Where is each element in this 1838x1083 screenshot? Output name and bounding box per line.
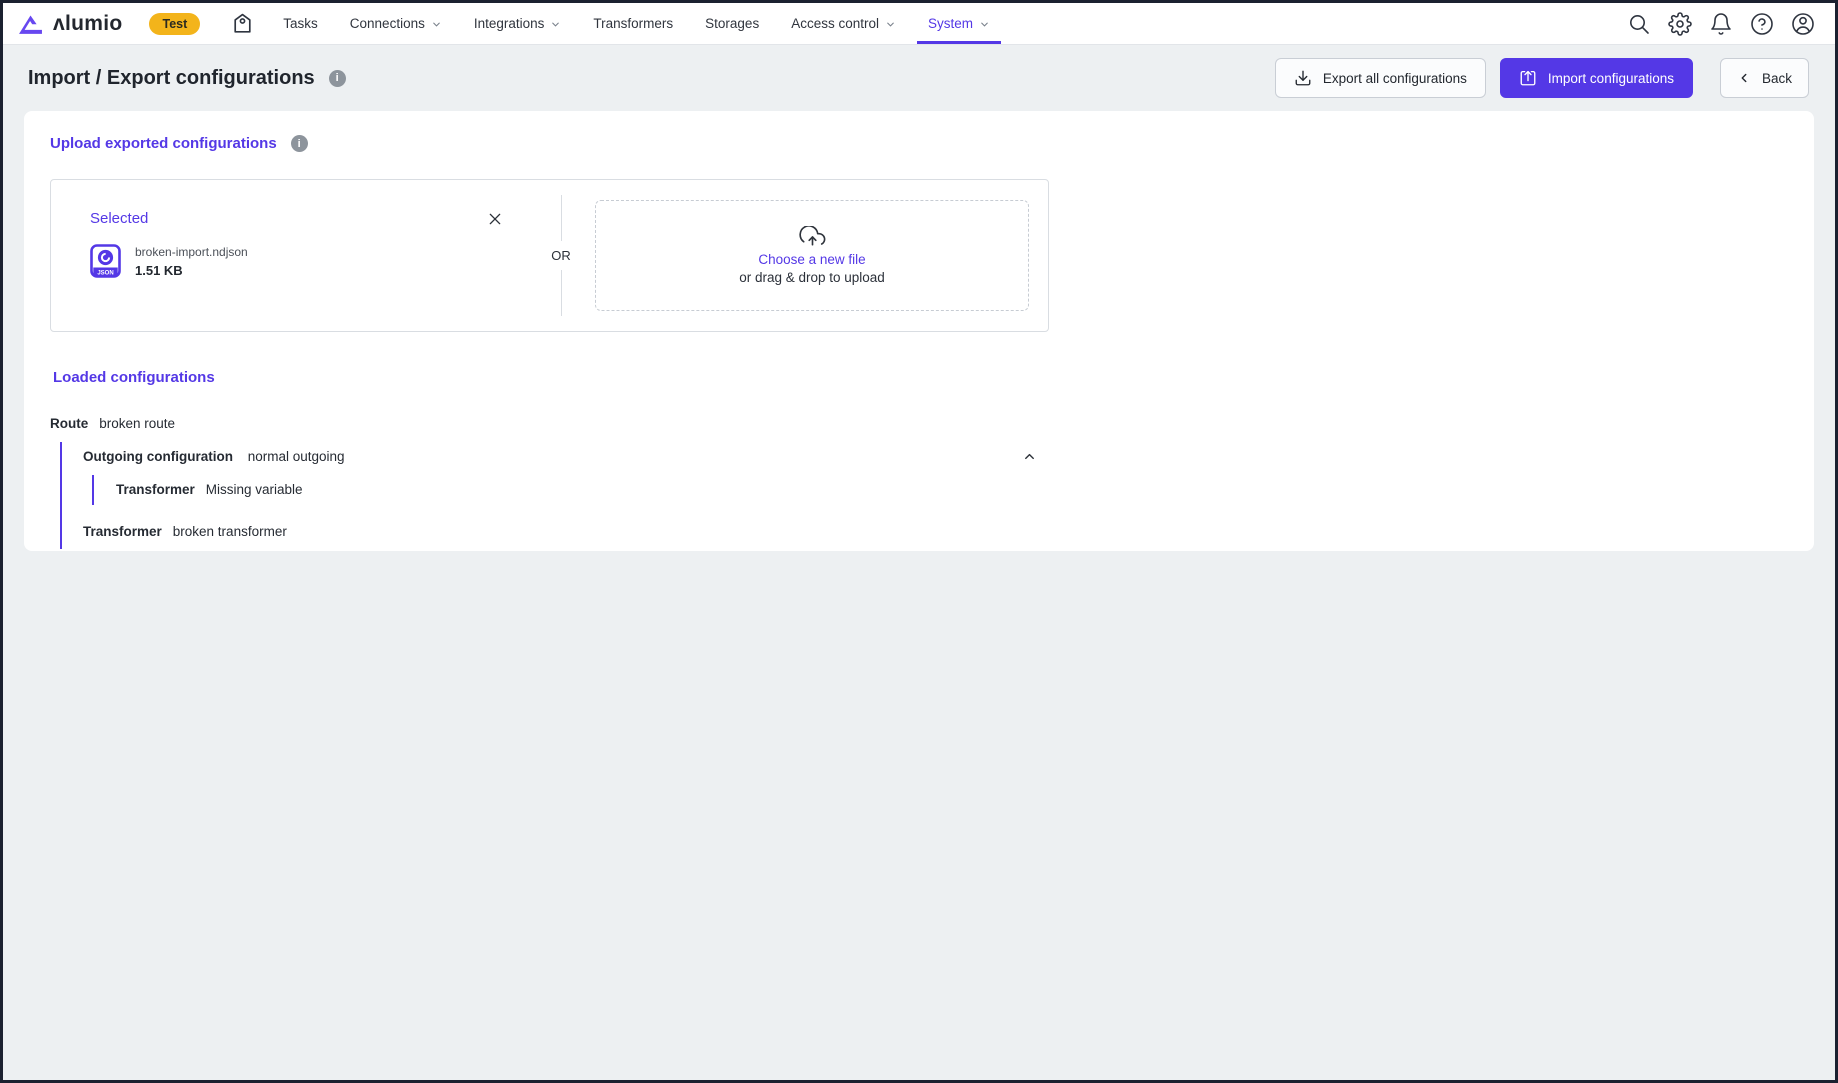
nav-item-system[interactable]: System bbox=[912, 3, 1006, 44]
tree-item-name: normal outgoing bbox=[248, 449, 345, 464]
selected-file-item: JSON broken-import.ndjson 1.51 KB bbox=[90, 244, 546, 278]
tree-item-name: broken transformer bbox=[173, 524, 287, 539]
alumio-logo-text: ʌlumio bbox=[53, 12, 122, 36]
tree-row-route: Route broken route bbox=[50, 413, 1049, 433]
help-icon[interactable] bbox=[1750, 12, 1774, 36]
loaded-configurations-tree: Route broken route Outgoing configuratio… bbox=[50, 413, 1049, 549]
nav-item-connections[interactable]: Connections bbox=[334, 3, 458, 44]
export-all-configurations-button[interactable]: Export all configurations bbox=[1275, 58, 1486, 98]
file-dropzone[interactable]: Choose a new file or drag & drop to uplo… bbox=[595, 200, 1029, 311]
upload-icon bbox=[1519, 69, 1537, 87]
alumio-logo[interactable]: ʌlumio bbox=[17, 3, 122, 44]
selected-label: Selected bbox=[90, 210, 148, 227]
or-divider: OR bbox=[546, 180, 576, 331]
tree-row-outgoing-configuration: Outgoing configuration normal outgoing bbox=[83, 446, 1049, 466]
chevron-down-icon bbox=[431, 19, 442, 30]
nav-item-access-control[interactable]: Access control bbox=[775, 3, 912, 44]
nav-item-transformers[interactable]: Transformers bbox=[577, 3, 689, 44]
nav-item-storages[interactable]: Storages bbox=[689, 3, 775, 44]
drag-drop-hint: or drag & drop to upload bbox=[739, 270, 885, 285]
nav-item-integrations[interactable]: Integrations bbox=[458, 3, 578, 44]
chevron-down-icon bbox=[550, 19, 561, 30]
tree-item-type: Transformer bbox=[83, 524, 162, 539]
nav-utility-icons bbox=[1627, 3, 1815, 44]
upload-box: Selected JSON bbox=[50, 179, 1049, 332]
notifications-bell-icon[interactable] bbox=[1709, 12, 1733, 36]
nav-item-tasks[interactable]: Tasks bbox=[267, 3, 334, 44]
cloud-upload-icon bbox=[799, 226, 826, 248]
upload-info-icon[interactable]: i bbox=[291, 135, 308, 152]
tree-item-type: Outgoing configuration bbox=[83, 449, 233, 464]
header-actions: Export all configurations Import configu… bbox=[1275, 58, 1809, 98]
account-icon[interactable] bbox=[1791, 12, 1815, 36]
page-header: Import / Export configurations i Export … bbox=[3, 45, 1835, 111]
route-children: Outgoing configuration normal outgoing T… bbox=[60, 442, 1049, 549]
environment-badge: Test bbox=[149, 13, 200, 35]
remove-file-icon[interactable] bbox=[487, 211, 503, 227]
home-icon[interactable] bbox=[230, 11, 255, 36]
alumio-logo-icon bbox=[17, 12, 44, 36]
loaded-section-title: Loaded configurations bbox=[53, 369, 1788, 386]
settings-gear-icon[interactable] bbox=[1668, 12, 1692, 36]
tree-item-name: Missing variable bbox=[206, 482, 303, 497]
download-icon bbox=[1294, 69, 1312, 87]
tree-item-name: broken route bbox=[99, 416, 175, 431]
chevron-down-icon bbox=[979, 19, 990, 30]
tree-row-transformer: Transformer broken transformer bbox=[83, 521, 1049, 541]
tree-item-type: Route bbox=[50, 416, 88, 431]
selected-file-name: broken-import.ndjson bbox=[135, 245, 248, 259]
import-configurations-button[interactable]: Import configurations bbox=[1500, 58, 1693, 98]
json-file-icon: JSON bbox=[90, 244, 121, 278]
chevron-down-icon bbox=[885, 19, 896, 30]
tree-row-inner-transformer: Transformer Missing variable bbox=[116, 479, 1049, 499]
upload-section-title: Upload exported configurations i bbox=[50, 135, 1788, 152]
main-menu: Tasks Connections Integrations Transform… bbox=[267, 3, 1006, 44]
import-export-card: Upload exported configurations i Selecte… bbox=[24, 111, 1814, 551]
collapse-chevron-up-icon[interactable] bbox=[1022, 449, 1037, 464]
outgoing-children: Transformer Missing variable bbox=[92, 475, 1049, 505]
page-info-icon[interactable]: i bbox=[329, 70, 346, 87]
back-button[interactable]: Back bbox=[1720, 58, 1809, 98]
choose-new-file-link[interactable]: Choose a new file bbox=[758, 252, 865, 267]
search-icon[interactable] bbox=[1627, 12, 1651, 36]
tree-item-type: Transformer bbox=[116, 482, 195, 497]
top-navigation: ʌlumio Test Tasks Connections Integratio… bbox=[3, 3, 1835, 45]
selected-file-size: 1.51 KB bbox=[135, 263, 248, 278]
or-label: OR bbox=[551, 248, 571, 263]
chevron-left-icon bbox=[1737, 71, 1751, 85]
svg-text:JSON: JSON bbox=[97, 270, 113, 276]
selected-file-pane: Selected JSON bbox=[51, 180, 546, 331]
page-title: Import / Export configurations bbox=[28, 67, 315, 90]
